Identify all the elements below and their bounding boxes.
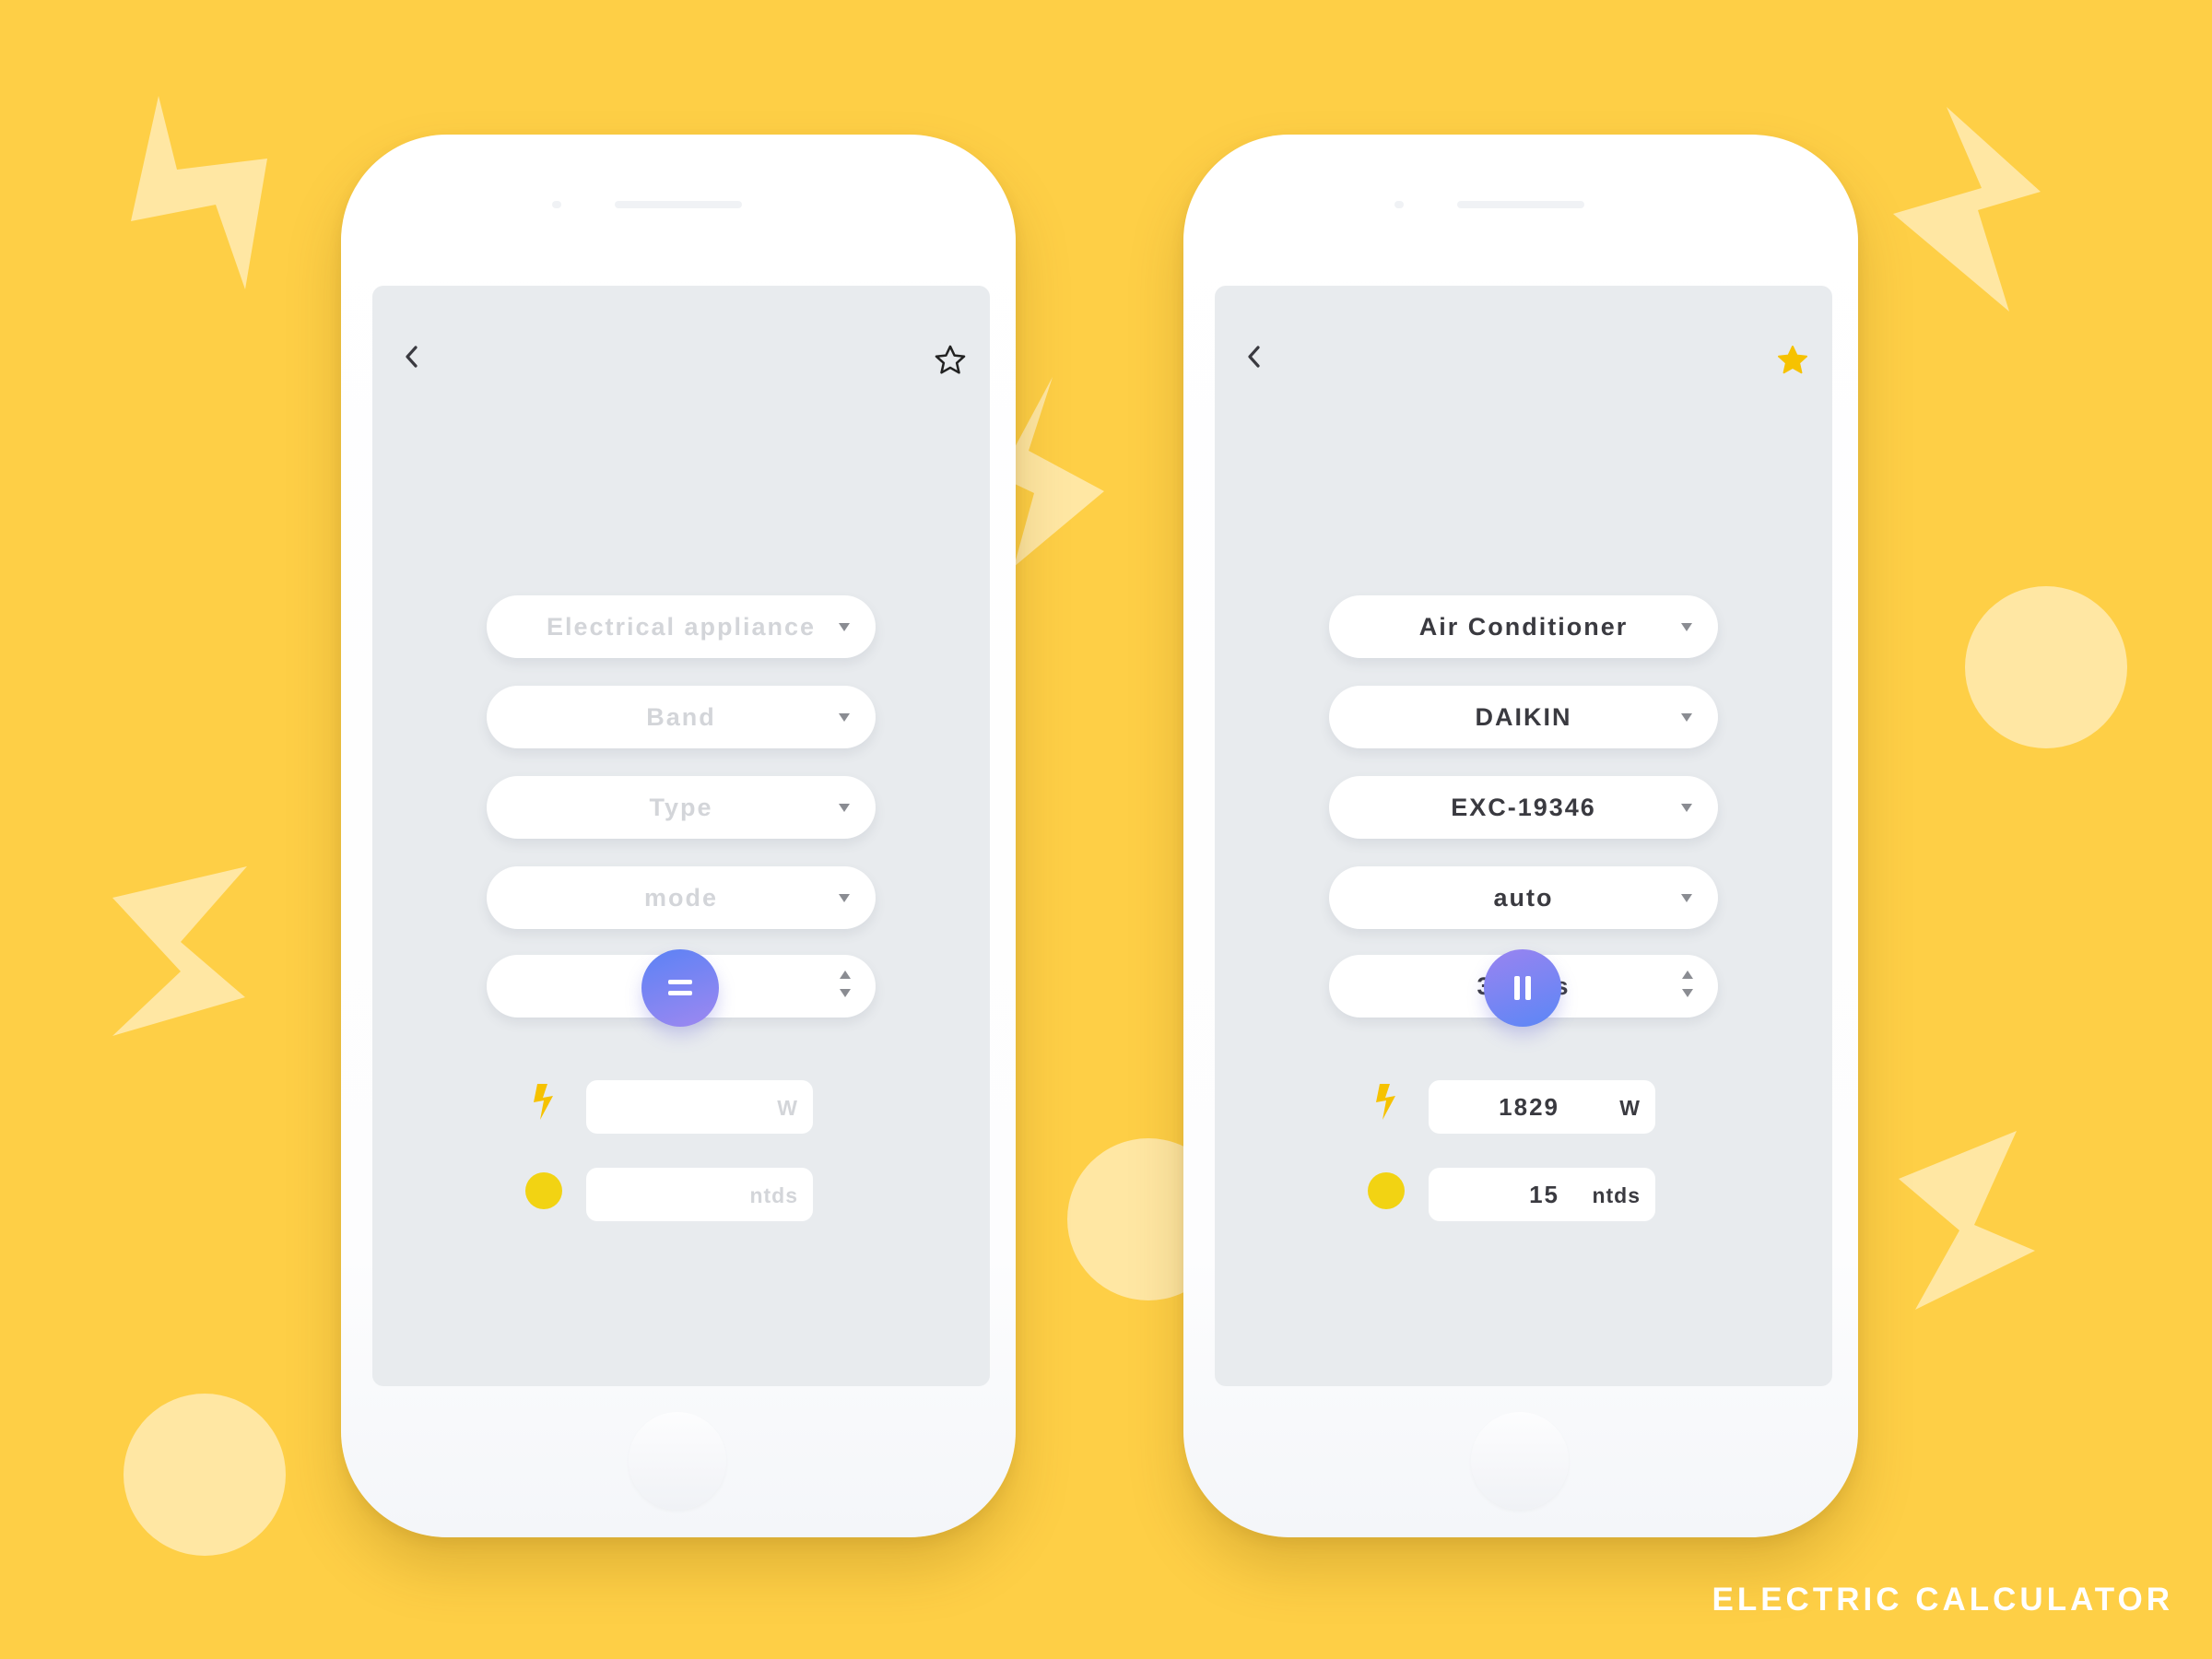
home-button[interactable] [629,1412,726,1510]
power-unit: W [777,1096,798,1120]
stepper-arrows-icon[interactable] [839,971,852,1004]
dropdown-arrow-icon [839,713,850,722]
chevron-left-icon [406,346,418,368]
chevron-left-icon [1248,346,1260,368]
dropdown-arrow-icon [839,894,850,902]
favorite-button[interactable] [933,343,968,378]
type-dropdown[interactable]: EXC-19346 [1329,776,1718,839]
front-camera [1394,201,1404,208]
dropdown-arrow-icon [1681,804,1692,812]
cost-result-field: 15 ntds [1429,1168,1655,1221]
appliance-dropdown[interactable]: Air Conditioner [1329,595,1718,658]
power-result-field: 1829 W [1429,1080,1655,1134]
lightning-decoration-top-right [1893,107,2041,312]
appliance-dropdown[interactable]: Electrical appliance [487,595,876,658]
type-placeholder: Type [649,794,713,821]
front-camera [552,201,561,208]
dropdown-arrow-icon [839,623,850,631]
mode-placeholder: mode [643,884,718,912]
band-value: DAIKIN [1475,703,1572,731]
mode-value: auto [1493,884,1554,912]
star-filled-icon [1778,346,1807,374]
phone-frame-right: Air Conditioner DAIKIN EXC-19346 auto 3.… [1183,135,1858,1537]
cost-result-field: ntds [586,1168,813,1221]
lightning-icon [1376,1084,1395,1120]
lightning-icon [534,1084,553,1120]
cost-unit: ntds [749,1183,798,1207]
star-outline-icon [935,345,966,374]
speaker-grille [1457,201,1584,208]
appliance-placeholder: Electrical appliance [546,613,817,641]
back-button[interactable] [396,341,428,372]
phone-frame-left: Electrical appliance Band Type mode time [341,135,1016,1537]
band-dropdown[interactable]: Band [487,686,876,748]
power-unit: W [1619,1096,1641,1120]
dropdown-arrow-icon [1681,894,1692,902]
type-dropdown[interactable]: Type [487,776,876,839]
calculator-screen-filled: Air Conditioner DAIKIN EXC-19346 auto 3.… [1215,286,1832,1386]
lightning-decoration-mid-left [112,866,247,1036]
mode-dropdown[interactable]: auto [1329,866,1718,929]
favorite-button[interactable] [1775,343,1810,378]
cost-unit: ntds [1592,1183,1641,1207]
appliance-value: Air Conditioner [1418,613,1629,641]
cost-value: 15 [1529,1181,1559,1208]
dropdown-arrow-icon [1681,623,1692,631]
power-result-field: W [586,1080,813,1134]
calculator-screen-empty: Electrical appliance Band Type mode time [372,286,990,1386]
back-button[interactable] [1239,341,1270,372]
calculate-button[interactable] [641,949,719,1027]
dropdown-arrow-icon [839,804,850,812]
circle-decoration-bottom-left [124,1394,286,1556]
lightning-decoration-top-left [131,96,267,289]
speaker-grille [615,201,742,208]
circle-decoration-right [1965,586,2127,748]
band-placeholder: Band [646,703,716,731]
power-value: 1829 [1499,1093,1559,1121]
pause-button[interactable] [1484,949,1561,1027]
stepper-arrows-icon[interactable] [1681,971,1694,1004]
brand-title: ELECTRIC CALCULATOR [1712,1582,2173,1618]
lightning-decoration-bottom-right [1899,1131,2035,1310]
band-dropdown[interactable]: DAIKIN [1329,686,1718,748]
coin-icon [525,1172,562,1209]
coin-icon [1368,1172,1405,1209]
dropdown-arrow-icon [1681,713,1692,722]
type-value: EXC-19346 [1451,794,1596,821]
mode-dropdown[interactable]: mode [487,866,876,929]
home-button[interactable] [1471,1412,1569,1510]
